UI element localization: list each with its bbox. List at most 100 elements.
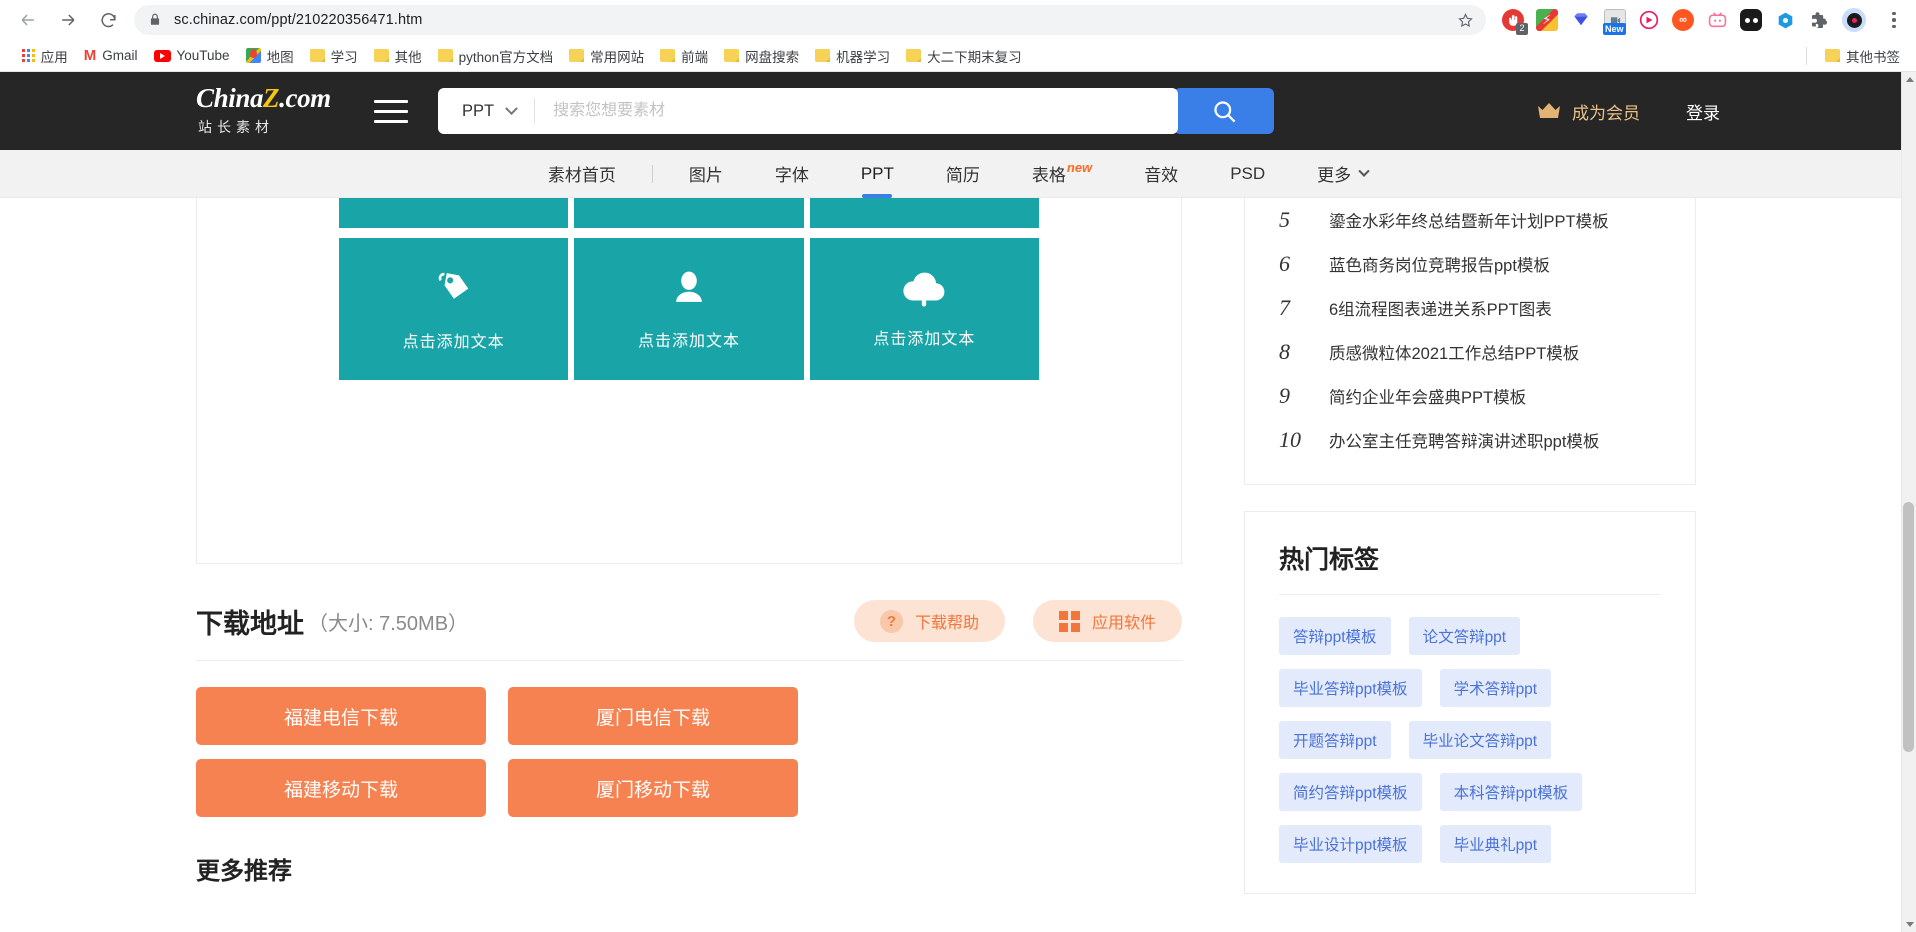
logo-text-com: .com [279, 83, 331, 113]
gmail-icon: M [84, 48, 97, 63]
search-button[interactable] [1174, 88, 1274, 134]
tag-chip[interactable]: 答辩ppt模板 [1279, 617, 1391, 655]
media-player-extension-icon[interactable] [1638, 9, 1660, 31]
video-downloader-extension-icon[interactable]: New [1604, 9, 1626, 31]
slide-tile-1: 点击添加文本 [339, 238, 568, 380]
scroll-down-arrow[interactable] [1902, 917, 1916, 932]
search-input[interactable] [535, 89, 1178, 133]
tag-chip[interactable]: 论文答辩ppt [1409, 617, 1521, 655]
list-item[interactable]: 7 6组流程图表递进关系PPT图表 [1279, 286, 1661, 330]
bookmark-folder-frontend[interactable]: 前端 [652, 43, 716, 69]
list-item[interactable]: 6 蓝色商务岗位竞聘报告ppt模板 [1279, 242, 1661, 286]
become-member-button[interactable]: 成为会员 [1537, 99, 1640, 124]
download-button-xiamen-telecom[interactable]: 厦门电信下载 [508, 687, 798, 745]
rank-number: 5 [1279, 207, 1307, 233]
bookmark-folder-machine-learning[interactable]: 机器学习 [807, 43, 898, 69]
scroll-up-arrow[interactable] [1902, 72, 1916, 87]
tag-chip[interactable]: 学术答辩ppt [1440, 669, 1552, 707]
scrollbar-thumb[interactable] [1903, 502, 1914, 752]
login-label: 登录 [1686, 104, 1720, 123]
bookmark-folder-python-docs[interactable]: python官方文档 [430, 43, 562, 69]
app-software-button[interactable]: 应用软件 [1033, 600, 1182, 642]
bookmark-folder-other[interactable]: 其他 [366, 43, 430, 69]
diamond-extension-icon[interactable] [1570, 9, 1592, 31]
colorful-extension-icon[interactable]: ⚡ [1536, 9, 1558, 31]
tag-chip[interactable]: 开题答辩ppt [1279, 721, 1391, 759]
bookmarks-divider [1806, 47, 1807, 65]
forward-button[interactable] [48, 3, 88, 37]
app-software-label: 应用软件 [1092, 609, 1156, 633]
main-column: 点击添加文本 点击添加文本 [196, 198, 1182, 894]
other-bookmarks-label: 其他书签 [1846, 46, 1900, 66]
nav-item-more[interactable]: 更多 [1291, 150, 1394, 198]
nav-item-sound[interactable]: 音效 [1118, 150, 1204, 198]
search-box: PPT [438, 88, 1178, 134]
bookmark-label: 大二下期末复习 [927, 46, 1022, 66]
chevron-down-icon [1358, 165, 1369, 176]
list-item[interactable]: 9 简约企业年会盛典PPT模板 [1279, 374, 1661, 418]
tag-chip[interactable]: 毕业论文答辩ppt [1409, 721, 1552, 759]
bookmark-maps[interactable]: 地图 [238, 43, 302, 69]
hamburger-menu-icon[interactable] [374, 100, 408, 123]
profile-avatar[interactable] [1842, 8, 1866, 32]
ranking-list: 5 鎏金水彩年终总结暨新年计划PPT模板 6 蓝色商务岗位竞聘报告ppt模板 7… [1279, 198, 1661, 462]
bilibili-extension-icon[interactable] [1706, 9, 1728, 31]
download-button-label: 厦门电信下载 [596, 703, 710, 730]
download-buttons: 福建电信下载 厦门电信下载 福建移动下载 厦门移动下载 [196, 661, 806, 817]
hot-tags-title: 热门标签 [1279, 540, 1661, 594]
new-badge: new [1067, 160, 1092, 175]
bookmark-folder-finals-review[interactable]: 大二下期末复习 [898, 43, 1030, 69]
tag-chip[interactable]: 本科答辩ppt模板 [1440, 773, 1583, 811]
nav-label: PSD [1230, 164, 1265, 184]
url-text: sc.chinaz.com/ppt/210220356471.htm [174, 12, 422, 28]
tag-chip[interactable]: 简约答辩ppt模板 [1279, 773, 1422, 811]
nav-item-images[interactable]: 图片 [663, 150, 749, 198]
hexagon-extension-icon[interactable] [1774, 9, 1796, 31]
download-size: （大小: 7.50MB） [308, 607, 468, 636]
login-button[interactable]: 登录 [1686, 99, 1720, 124]
adblock-extension-icon[interactable]: 2 [1502, 9, 1524, 31]
download-button-fujian-mobile[interactable]: 福建移动下载 [196, 759, 486, 817]
download-button-xiamen-mobile[interactable]: 厦门移动下载 [508, 759, 798, 817]
folder-icon [1825, 49, 1840, 62]
download-title: 下载地址 [196, 602, 304, 641]
other-bookmarks-folder[interactable]: 其他书签 [1817, 43, 1908, 69]
logo-text-china: China [196, 83, 263, 113]
bookmark-youtube[interactable]: YouTube [146, 45, 238, 66]
bookmark-folder-netdisk-search[interactable]: 网盘搜索 [716, 43, 807, 69]
back-button[interactable] [8, 3, 48, 37]
nav-item-tables[interactable]: 表格new [1006, 150, 1118, 198]
download-help-button[interactable]: ? 下载帮助 [854, 600, 1005, 642]
bookmark-gmail[interactable]: M Gmail [76, 45, 146, 66]
bookmark-folder-study[interactable]: 学习 [302, 43, 366, 69]
puzzle-extensions-icon[interactable] [1808, 9, 1830, 31]
rank-title: 办公室主任竞聘答辩演讲述职ppt模板 [1329, 428, 1599, 452]
browser-chrome: sc.chinaz.com/ppt/210220356471.htm 2 ⚡ N… [0, 0, 1916, 72]
dark-reader-extension-icon[interactable] [1740, 9, 1762, 31]
tag-chip[interactable]: 毕业设计ppt模板 [1279, 825, 1422, 863]
star-icon[interactable] [1457, 12, 1474, 29]
infinity-extension-icon[interactable]: ∞ [1672, 9, 1694, 31]
list-item[interactable]: 10 办公室主任竞聘答辩演讲述职ppt模板 [1279, 418, 1661, 462]
nav-item-psd[interactable]: PSD [1204, 150, 1291, 198]
nav-item-ppt[interactable]: PPT [835, 150, 920, 198]
more-recommend-heading: 更多推荐 [196, 817, 1182, 886]
search-category-dropdown[interactable]: PPT [438, 98, 535, 124]
nav-item-resume[interactable]: 简历 [920, 150, 1006, 198]
bookmark-folder-common-sites[interactable]: 常用网站 [561, 43, 652, 69]
site-logo[interactable]: ChinaZ.com 站长素材 [196, 85, 348, 137]
address-bar[interactable]: sc.chinaz.com/ppt/210220356471.htm [134, 5, 1486, 35]
page-scrollbar[interactable] [1901, 72, 1916, 932]
nav-item-home[interactable]: 素材首页 [522, 150, 642, 198]
chevron-down-icon [505, 102, 518, 115]
download-button-fujian-telecom[interactable]: 福建电信下载 [196, 687, 486, 745]
list-item[interactable]: 8 质感微粒体2021工作总结PPT模板 [1279, 330, 1661, 374]
tag-chip[interactable]: 毕业答辩ppt模板 [1279, 669, 1422, 707]
browser-menu-button[interactable] [1882, 12, 1906, 29]
reload-button[interactable] [88, 3, 128, 37]
tag-chip[interactable]: 毕业典礼ppt [1440, 825, 1552, 863]
nav-item-fonts[interactable]: 字体 [749, 150, 835, 198]
bookmark-apps[interactable]: 应用 [14, 43, 76, 69]
slide-preview[interactable]: 点击添加文本 点击添加文本 [339, 198, 1039, 380]
list-item[interactable]: 5 鎏金水彩年终总结暨新年计划PPT模板 [1279, 198, 1661, 242]
